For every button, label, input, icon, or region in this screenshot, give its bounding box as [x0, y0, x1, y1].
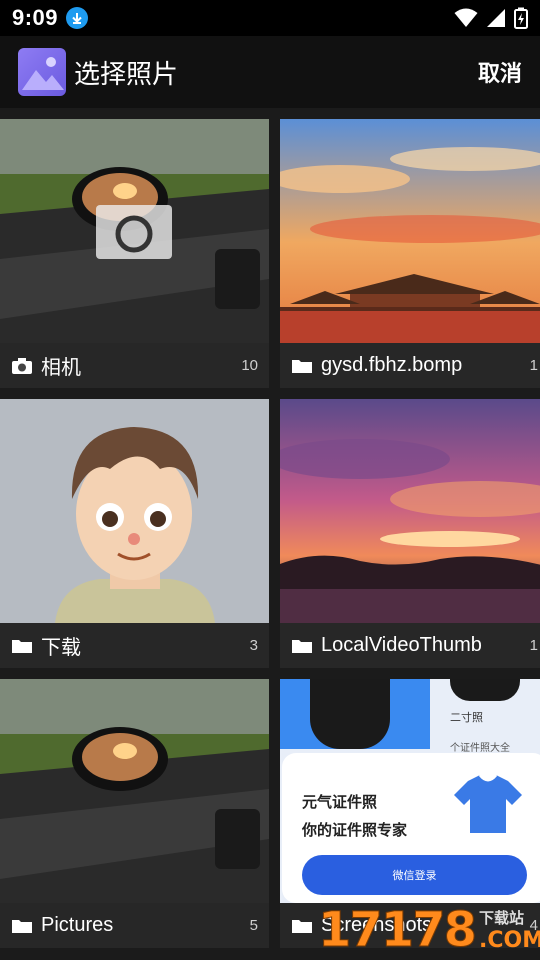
album-name: gysd.fbhz.bomp [321, 354, 463, 376]
album-count: 10 [241, 357, 258, 374]
album-count: 3 [249, 637, 258, 654]
album-tile-downloads[interactable]: 下载 3 [0, 399, 269, 668]
status-bar: 9:09 [0, 0, 540, 36]
download-icon [66, 7, 89, 29]
site-watermark: 17178 下载站 .COM [318, 900, 540, 960]
album-tile-localvideothumb[interactable]: LocalVideoThumb 1 [280, 399, 540, 668]
app-bar: 选择照片 取消 [0, 36, 540, 108]
thumb-line1: 元气证件照 [302, 794, 378, 811]
folder-icon [292, 919, 312, 933]
album-thumbnail [0, 679, 269, 903]
album-tile-gysd[interactable]: gysd.fbhz.bomp 1 [280, 119, 540, 388]
app-logo-icon [18, 48, 66, 96]
folder-icon [292, 639, 312, 653]
camera-icon [12, 357, 32, 374]
album-count: 1 [529, 357, 538, 374]
album-name: 相机 [41, 357, 81, 379]
album-name: 下载 [41, 637, 81, 659]
album-thumbnail [280, 399, 540, 623]
album-caption: LocalVideoThumb 1 [280, 623, 540, 668]
album-count: 1 [529, 637, 538, 654]
tshirt-icon [454, 774, 522, 833]
album-thumbnail: 二寸照 个证件照大全 元气证件照 你的证件照专家 微信登录 [280, 679, 540, 903]
folder-icon [292, 359, 312, 373]
watermark-number: 17178 [318, 902, 478, 959]
folder-icon [12, 919, 32, 933]
album-caption: 下载 3 [0, 623, 269, 668]
album-name: Pictures [41, 914, 114, 936]
album-thumbnail [0, 399, 269, 623]
album-caption: Pictures 5 [0, 903, 269, 948]
album-caption: 相机 10 [0, 343, 269, 388]
album-tile-pictures[interactable]: Pictures 5 [0, 679, 269, 948]
page-title: 选择照片 [74, 58, 179, 89]
thumb-line2: 你的证件照专家 [302, 822, 408, 839]
wifi-icon [454, 8, 478, 27]
thumb-label-top: 二寸照 [450, 712, 483, 724]
album-thumbnail [0, 119, 269, 343]
status-time: 9:09 [12, 5, 59, 30]
album-count: 5 [249, 917, 258, 934]
album-caption: gysd.fbhz.bomp 1 [280, 343, 540, 388]
folder-icon [12, 639, 32, 653]
thumb-label-mid: 个证件照大全 [450, 743, 510, 754]
watermark-site-en: .COM [479, 928, 540, 953]
album-tile-camera[interactable]: 相机 10 [0, 119, 269, 388]
signal-icon [487, 9, 505, 27]
album-thumbnail [280, 119, 540, 343]
album-name: LocalVideoThumb [321, 634, 482, 656]
watermark-site-cn: 下载站 [479, 910, 525, 927]
cancel-button[interactable]: 取消 [478, 56, 522, 88]
battery-icon [514, 7, 528, 29]
thumb-login-button: 微信登录 [302, 855, 527, 895]
